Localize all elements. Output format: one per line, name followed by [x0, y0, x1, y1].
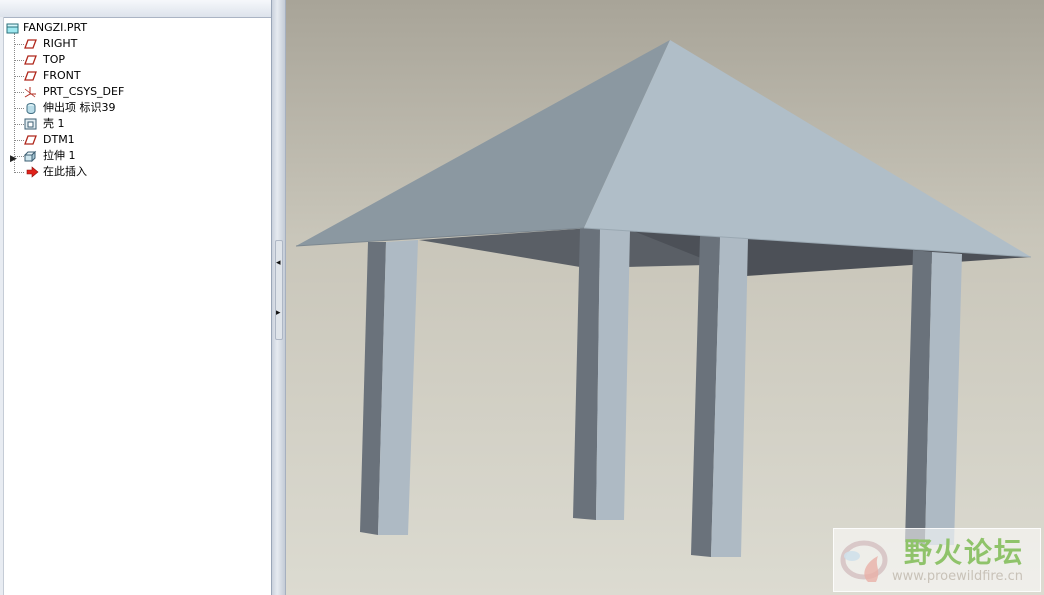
tree-item-label: 壳 1 [43, 117, 65, 130]
tree-item-protrusion[interactable]: 伸出项 标识39 [24, 100, 244, 116]
tree-connector [14, 124, 24, 125]
tree-item-label: 伸出项 标识39 [43, 101, 116, 114]
tree-item-label: 在此插入 [43, 165, 87, 178]
expand-right-icon[interactable]: ▸ [276, 308, 281, 318]
pavilion-model[interactable] [286, 0, 1044, 595]
tree-item-shell[interactable]: 壳 1 [24, 116, 224, 132]
tree-connector [14, 140, 24, 141]
datum-plane-icon [24, 71, 37, 81]
tree-item-csys[interactable]: PRT_CSYS_DEF [24, 84, 224, 100]
flame-logo-icon [840, 540, 888, 582]
part-icon [6, 23, 19, 34]
tree-item-dtm1[interactable]: DTM1 [24, 132, 224, 148]
watermark-title: 野火论坛 [904, 536, 1025, 569]
tree-connector [14, 60, 24, 61]
panel-splitter[interactable]: ◂ ▸ [272, 0, 286, 595]
tree-item-label: PRT_CSYS_DEF [43, 85, 125, 98]
splitter-handle[interactable] [275, 240, 283, 340]
tree-connector [14, 92, 24, 93]
tree-item-label: 拉伸 1 [43, 149, 76, 162]
tree-connector [14, 76, 24, 77]
tree-connector [14, 108, 24, 109]
tree-item-root[interactable]: FANGZI.PRT [6, 20, 206, 36]
tree-connector [14, 156, 24, 157]
shell-icon [24, 118, 37, 130]
datum-plane-icon [24, 55, 37, 65]
tree-connector [14, 172, 24, 173]
datum-plane-icon [24, 39, 37, 49]
collapse-left-icon[interactable]: ◂ [276, 258, 281, 268]
protrusion-icon [26, 103, 36, 114]
watermark-url: www.proewildfire.cn [892, 569, 1023, 584]
tree-item-label: FANGZI.PRT [23, 21, 88, 34]
tree-connector [14, 44, 24, 45]
tree-item-label: FRONT [43, 69, 81, 82]
graphics-viewport[interactable] [286, 0, 1044, 595]
tree-connector-line [14, 33, 15, 173]
pillar-2-dark-face [573, 228, 600, 520]
datum-plane-icon [24, 135, 37, 145]
tree-item-insert-here[interactable]: 在此插入 [24, 164, 224, 180]
tree-item-label: RIGHT [43, 37, 78, 50]
tree-item-label: TOP [43, 53, 66, 66]
coordinate-system-icon [24, 87, 36, 98]
tree-item-front[interactable]: FRONT [24, 68, 224, 84]
extrude-icon [24, 150, 37, 162]
forum-watermark: 野火论坛 www.proewildfire.cn [833, 528, 1041, 592]
model-tree-panel: FANGZI.PRT RIGHT TOP FRONT PRT_CSYS_DEF [0, 0, 272, 595]
insert-here-arrow-icon [26, 166, 39, 178]
tree-gutter [0, 17, 4, 595]
pillar-2-light-face [596, 228, 630, 520]
tree-item-extrude[interactable]: 拉伸 1 [24, 148, 224, 164]
model-tree-header[interactable] [0, 0, 271, 18]
tree-item-top[interactable]: TOP [24, 52, 224, 68]
tree-item-right[interactable]: RIGHT [24, 36, 224, 52]
tree-item-label: DTM1 [43, 133, 75, 146]
